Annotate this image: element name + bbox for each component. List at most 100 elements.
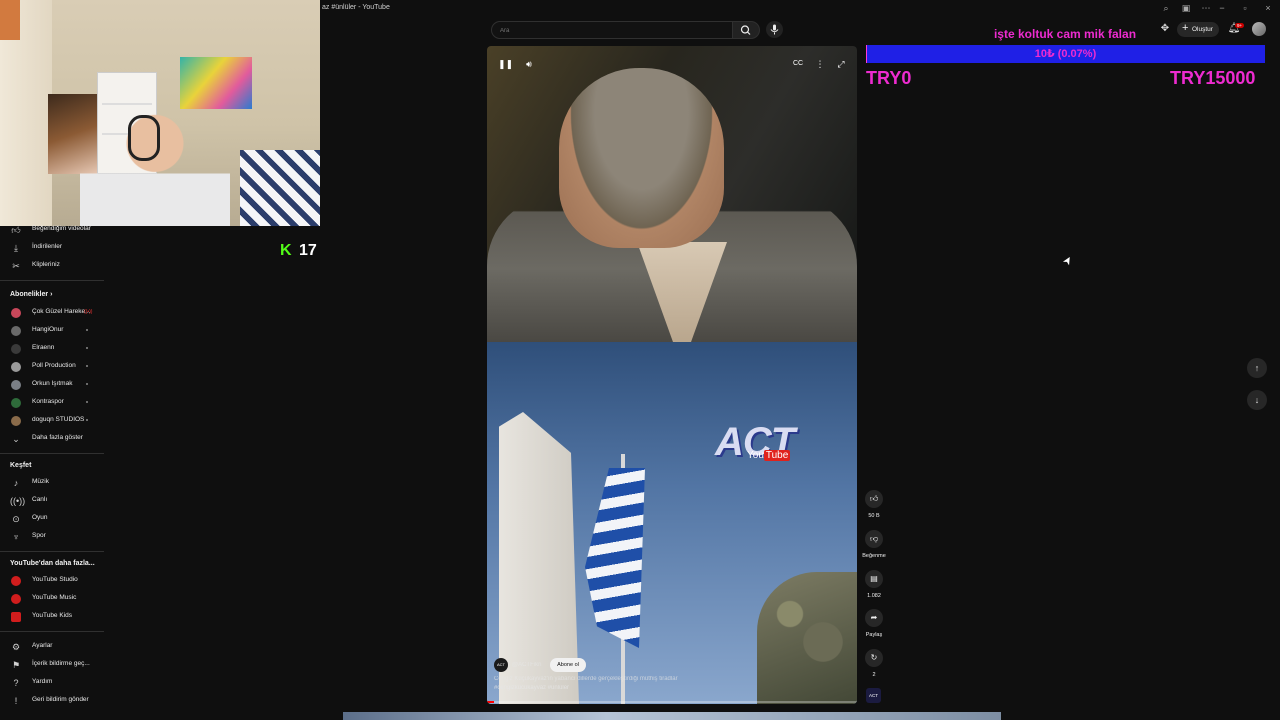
sidebar-item-report-history[interactable]: ⚑ İçerik bildirme geç... — [0, 657, 104, 673]
channel-avatar[interactable]: ACT — [494, 658, 508, 672]
share-button[interactable]: ➦ — [865, 609, 883, 627]
sidebar-item-label: Klipleriniz — [32, 261, 60, 268]
scissors-icon: ✂ — [12, 261, 20, 271]
channel-avatar — [11, 344, 21, 354]
subscription-item[interactable]: Orkun Işıtmak — [0, 377, 104, 393]
video-hashtags[interactable]: #cengizkücükayvaz #ünlüler — [494, 685, 794, 691]
previous-short-button[interactable]: ↑ — [1247, 358, 1267, 378]
sidebar-item-music-app[interactable]: YouTube Music — [0, 591, 104, 607]
subscription-item[interactable]: HangiOnur — [0, 323, 104, 339]
zoom-icon[interactable]: ⌕ — [1159, 2, 1173, 14]
captions-icon[interactable]: CC — [791, 57, 805, 71]
more-vert-icon[interactable]: ⋮ — [813, 57, 827, 71]
remix-button[interactable]: ↻ — [865, 649, 883, 667]
show-more-button[interactable]: ⌄ Daha fazla göster — [0, 431, 104, 447]
chevron-right-icon: › — [50, 291, 53, 298]
channel-avatar — [11, 362, 21, 372]
shorts-player[interactable]: ACT You Tube ❚❚ 🔊︎ CC ⋮ ⤢ ACT @ACTFikri A… — [487, 46, 857, 704]
channel-avatar — [11, 380, 21, 390]
video-title[interactable]: Cengiz Küçükayvaz'ın yabancı dillerde ge… — [494, 676, 794, 682]
comments-button[interactable]: ▤ — [865, 570, 883, 588]
channel-name[interactable]: @ACTFikri — [512, 662, 541, 668]
subscribe-button[interactable]: Abone ol — [550, 658, 586, 672]
sidebar-item-gaming[interactable]: ⊙ Oyun — [0, 511, 104, 527]
subscription-label: HangiOnur — [32, 326, 64, 333]
thumb-up-icon: 👍︎ — [869, 494, 879, 503]
fullscreen-icon[interactable]: ⤢ — [834, 57, 848, 71]
sidebar-item-sports[interactable]: ♆ Spor — [0, 529, 104, 545]
sidebar-item-settings[interactable]: ⚙ Ayarlar — [0, 639, 104, 655]
search-button[interactable] — [732, 21, 760, 39]
volume-icon[interactable]: 🔊︎ — [522, 57, 536, 71]
help-icon: ? — [13, 678, 19, 688]
new-content-dot — [86, 347, 88, 349]
menu-icon[interactable]: ⋯ — [1199, 2, 1213, 14]
explore-heading: Keşfet — [10, 462, 32, 469]
app-icon[interactable]: ▣ — [1179, 2, 1193, 14]
like-button[interactable]: 👍︎ — [865, 490, 883, 508]
close-icon[interactable]: × — [1261, 2, 1275, 14]
video-progress-bar[interactable] — [487, 701, 857, 703]
next-video-preview[interactable] — [343, 712, 1001, 720]
next-short-button[interactable]: ↓ — [1247, 390, 1267, 410]
youtube-kids-icon — [11, 612, 21, 622]
headset-icon — [128, 115, 160, 161]
comment-icon: ▤ — [870, 574, 878, 583]
webcam-pillow — [240, 150, 320, 226]
sidebar-item-live[interactable]: ((•)) Canlı — [0, 493, 104, 509]
divider — [0, 453, 104, 454]
subscription-label: doguqn STUDIOS — [32, 416, 85, 423]
new-content-dot — [86, 329, 88, 331]
sidebar-item-label: YouTube Music — [32, 594, 77, 601]
sidebar-item-kids[interactable]: YouTube Kids — [0, 609, 104, 625]
like-count: 50 B — [868, 513, 880, 519]
pause-icon[interactable]: ❚❚ — [498, 57, 513, 71]
sidebar-item-label: Beğendiğim videolar — [32, 225, 91, 232]
sidebar-item-music[interactable]: ♪ Müzik — [0, 475, 104, 491]
subscription-item[interactable]: Elraenn — [0, 341, 104, 357]
sidebar-item-feedback[interactable]: ! Geri bildirim gönder — [0, 693, 104, 709]
comment-count: 1.082 — [867, 593, 881, 599]
new-content-dot — [86, 401, 88, 403]
dislike-button[interactable]: 👎︎ — [865, 530, 883, 548]
sidebar-item-label: Yardım — [32, 678, 53, 685]
live-icon: ((•)) — [10, 496, 26, 506]
restore-icon[interactable]: ▫ — [1238, 2, 1252, 14]
sidebar-item-downloads[interactable]: ⤓ İndirilenler — [0, 240, 104, 256]
sidebar-item-help[interactable]: ? Yardım — [0, 675, 104, 691]
minimize-icon[interactable]: − — [1215, 2, 1229, 14]
sidebar-item-label: İçerik bildirme geç... — [32, 660, 90, 667]
arrow-down-icon: ↓ — [1254, 395, 1260, 405]
subscription-item[interactable]: doguqn STUDIOS — [0, 413, 104, 429]
divider — [0, 631, 104, 632]
sidebar-item-clips[interactable]: ✂ Klipleriniz — [0, 258, 104, 274]
subscription-item[interactable]: Kontraspor — [0, 395, 104, 411]
sidebar-item-label: YouTube Studio — [32, 576, 78, 583]
video-frame-monument: ACT You Tube — [487, 342, 857, 704]
subscription-item[interactable]: Çok Güzel Hareke... ((•)) — [0, 305, 104, 321]
arrow-up-icon: ↑ — [1254, 363, 1260, 373]
sound-thumbnail[interactable]: ACT — [866, 688, 881, 703]
subscriptions-heading-label: Abonelikler — [10, 291, 49, 298]
search-icon — [740, 25, 751, 35]
sidebar-item-studio[interactable]: YouTube Studio — [0, 573, 104, 589]
sidebar-item-label: Oyun — [32, 514, 48, 521]
microphone-icon — [770, 24, 779, 35]
sidebar: 👍︎ Beğendiğim videolar ⤓ İndirilenler ✂ … — [0, 222, 104, 720]
subscription-item[interactable]: Poll Production — [0, 359, 104, 375]
sidebar-item-liked[interactable]: 👍︎ Beğendiğim videolar — [0, 222, 104, 238]
voice-search-button[interactable] — [766, 21, 783, 38]
dislike-label: Beğenme — [862, 553, 886, 559]
kick-viewer-count: 17 — [299, 242, 317, 259]
remix-count: 2 — [872, 672, 876, 678]
download-icon: ⤓ — [14, 243, 18, 253]
sidebar-item-label: İndirilenler — [32, 243, 62, 250]
subscriptions-heading[interactable]: Abonelikler › — [10, 291, 52, 298]
trophy-icon: ♆ — [12, 532, 20, 542]
sidebar-item-label: Ayarlar — [32, 642, 53, 649]
thumb-down-icon: 👎︎ — [869, 534, 879, 543]
thumb-up-icon: 👍︎ — [11, 225, 21, 235]
search-input[interactable] — [498, 24, 722, 37]
video-progress-fill — [487, 701, 495, 703]
more-from-youtube-heading: YouTube'dan daha fazla... — [10, 560, 95, 567]
